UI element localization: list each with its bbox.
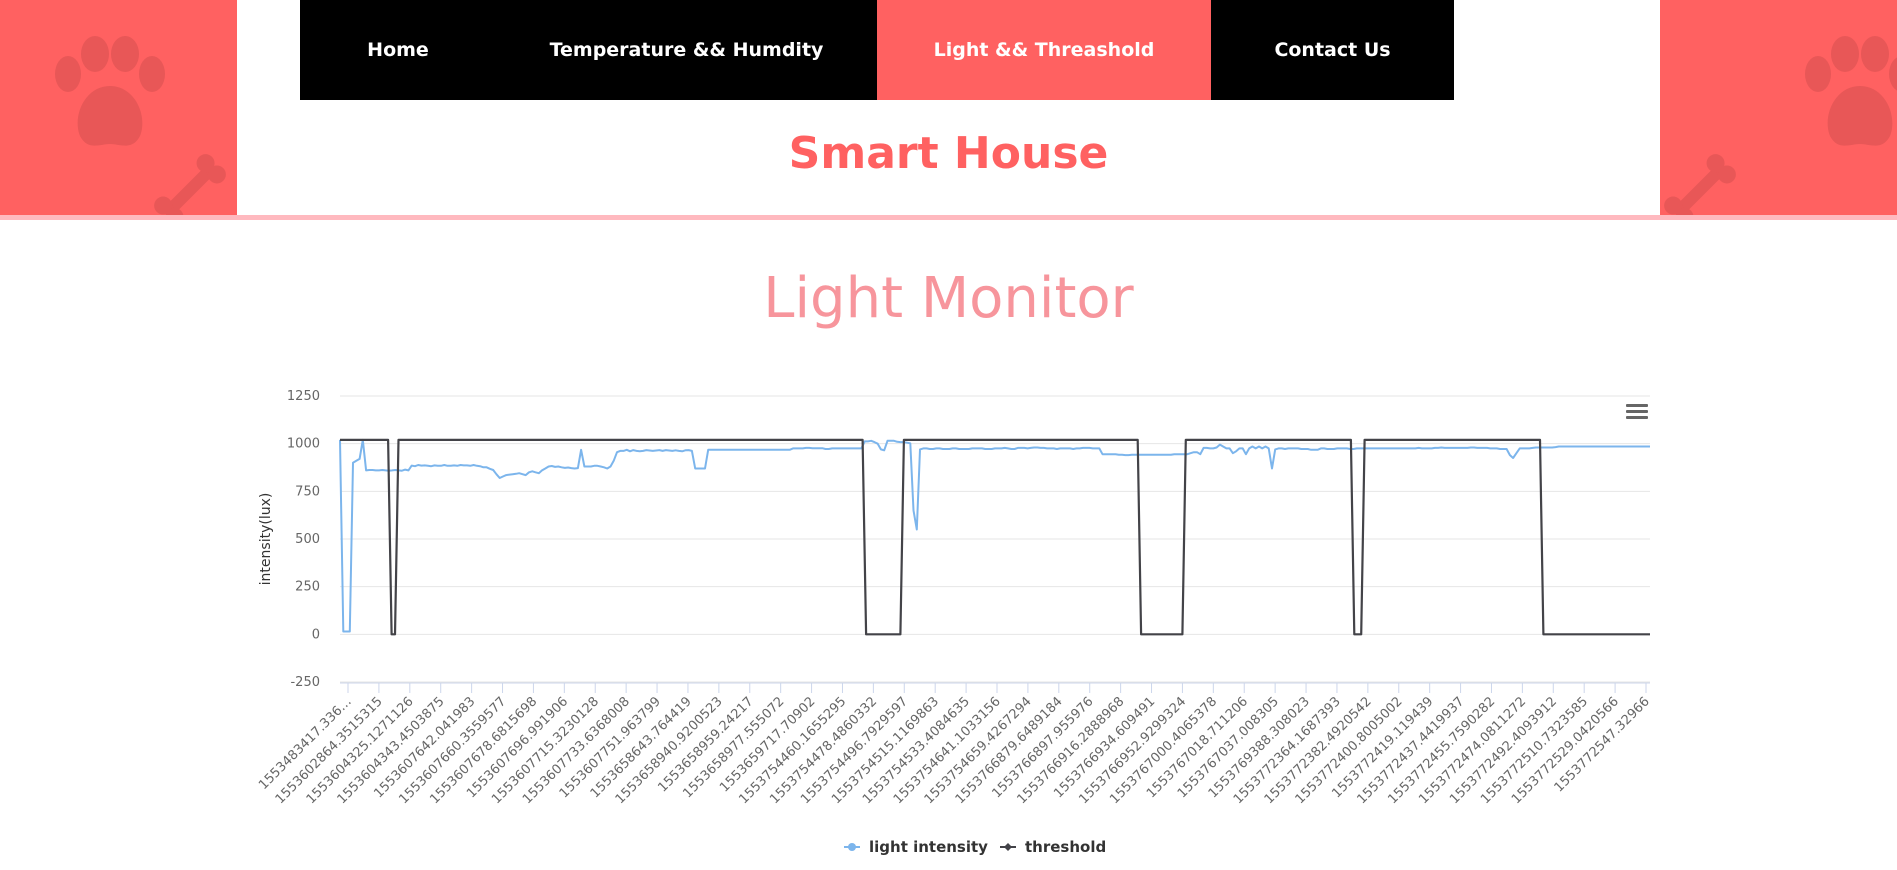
nav-temperature-humidity[interactable]: Temperature && Humdity (496, 0, 877, 100)
y-tick-label: 0 (312, 627, 320, 642)
legend-marker-threshold (1004, 843, 1012, 851)
series-line-threshold (340, 438, 1650, 636)
light-monitor-chart: 125010007505002500-250intensity(lux)1553… (256, 389, 1653, 856)
hamburger-menu-icon (1626, 404, 1648, 407)
site-title: Smart House (788, 128, 1109, 179)
legend-label-light-intensity: light intensity (869, 838, 988, 856)
y-tick-label: 1250 (287, 389, 320, 404)
y-tick-label: 750 (295, 484, 320, 499)
y-axis-title: intensity(lux) (258, 493, 274, 586)
y-tick-label: 500 (295, 532, 320, 547)
nav-home[interactable]: Home (300, 0, 496, 100)
legend-label-threshold: threshold (1025, 838, 1106, 856)
right-decor-panel (1660, 0, 1897, 215)
hamburger-menu-icon (1626, 410, 1648, 413)
hamburger-menu-icon (1626, 416, 1648, 419)
y-tick-label: -250 (290, 675, 320, 690)
nav-contact-us[interactable]: Contact Us (1211, 0, 1454, 100)
series-line-light-intensity (339, 438, 1650, 633)
left-decor-panel (0, 0, 237, 215)
y-tick-label: 1000 (287, 437, 320, 452)
legend-marker-light-intensity (848, 843, 856, 851)
y-tick-label: 250 (295, 580, 320, 595)
nav-light-threshold[interactable]: Light && Threashold (877, 0, 1211, 100)
header-divider (0, 215, 1897, 220)
page-heading: Light Monitor (763, 266, 1134, 331)
main-navbar: Home Temperature && Humdity Light && Thr… (300, 0, 1454, 100)
